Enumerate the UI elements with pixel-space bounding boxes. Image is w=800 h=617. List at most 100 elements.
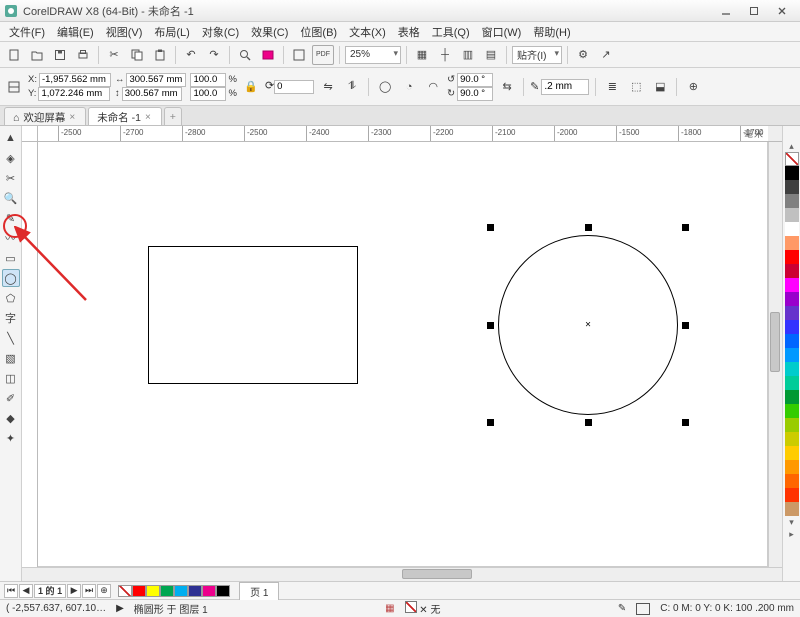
handle-n[interactable] xyxy=(585,224,592,231)
height-input[interactable] xyxy=(122,87,182,101)
image-button[interactable] xyxy=(258,45,278,65)
presets-button[interactable] xyxy=(4,77,24,97)
color-swatch[interactable] xyxy=(785,446,799,460)
menu-item[interactable]: 窗口(W) xyxy=(476,22,528,42)
page-current[interactable]: 1 的 1 xyxy=(34,584,66,598)
swap-angles-button[interactable]: ⇆ xyxy=(497,77,517,97)
menu-item[interactable]: 文件(F) xyxy=(3,22,51,42)
minimize-button[interactable] xyxy=(712,2,740,20)
convert-curves-button[interactable]: ⊕ xyxy=(683,77,703,97)
zoom-tool[interactable]: 🔍 xyxy=(2,189,20,207)
wrap-button[interactable]: ≣ xyxy=(602,77,622,97)
scrollbar-v-thumb[interactable] xyxy=(770,312,780,372)
shape-tool[interactable]: ◈ xyxy=(2,149,20,167)
quick-ink-swatch[interactable] xyxy=(216,585,230,597)
mirror-h-button[interactable]: ⇋ xyxy=(318,77,338,97)
save-button[interactable] xyxy=(50,45,70,65)
status-next-icon[interactable]: ▶ xyxy=(116,603,124,614)
quick-ink-swatch[interactable] xyxy=(132,585,146,597)
end-angle-input[interactable] xyxy=(457,87,493,101)
color-swatch[interactable] xyxy=(785,502,799,516)
scrollbar-horizontal[interactable] xyxy=(22,567,782,581)
handle-e[interactable] xyxy=(682,322,689,329)
quick-ink-swatch[interactable] xyxy=(160,585,174,597)
pdf-button[interactable]: PDF xyxy=(312,45,334,65)
mirror-v-button[interactable]: ⥮ xyxy=(342,77,362,97)
outline-swatch[interactable] xyxy=(636,603,650,615)
tablet-icon[interactable]: ▦ xyxy=(385,603,394,614)
page-add-button[interactable]: ⊕ xyxy=(97,584,111,598)
fullscreen-button[interactable] xyxy=(289,45,309,65)
zoom-combo[interactable]: 25% xyxy=(345,46,401,64)
text-tool[interactable]: 字 xyxy=(2,309,20,327)
no-color-swatch[interactable] xyxy=(785,152,799,166)
quick-ink-swatch[interactable] xyxy=(146,585,160,597)
doc-tab[interactable]: ⌂欢迎屏幕× xyxy=(4,107,86,125)
print-button[interactable] xyxy=(73,45,93,65)
quick-ink-swatch[interactable] xyxy=(202,585,216,597)
maximize-button[interactable] xyxy=(740,2,768,20)
color-swatch[interactable] xyxy=(785,390,799,404)
page-tab[interactable]: 页 1 xyxy=(239,582,279,600)
paste-button[interactable] xyxy=(150,45,170,65)
launch-button[interactable]: ↗ xyxy=(596,45,616,65)
rectangle-object[interactable] xyxy=(148,246,358,384)
grid-button[interactable]: ▦ xyxy=(412,45,432,65)
handle-w[interactable] xyxy=(487,322,494,329)
close-tab-button[interactable]: × xyxy=(145,112,151,123)
color-swatch[interactable] xyxy=(785,320,799,334)
copy-button[interactable] xyxy=(127,45,147,65)
settings-button[interactable]: ⚙ xyxy=(573,45,593,65)
add-doc-tab[interactable]: + xyxy=(164,107,182,125)
redo-button[interactable]: ↷ xyxy=(204,45,224,65)
page-next-button[interactable]: ▶ xyxy=(67,584,81,598)
color-swatch[interactable] xyxy=(785,334,799,348)
handle-sw[interactable] xyxy=(487,419,494,426)
fill-tool[interactable]: ◆ xyxy=(2,409,20,427)
guides-button[interactable]: ┼ xyxy=(435,45,455,65)
color-swatch[interactable] xyxy=(785,488,799,502)
lock-ratio-button[interactable]: 🔒 xyxy=(241,77,261,97)
crop-tool[interactable]: ✂ xyxy=(2,169,20,187)
doc-tab[interactable]: 未命名 -1× xyxy=(88,107,162,125)
scale-x-input[interactable] xyxy=(190,73,226,87)
fill-indicator[interactable]: ✕ 无 xyxy=(405,601,441,616)
line-tool[interactable]: ╲ xyxy=(2,329,20,347)
menu-item[interactable]: 表格 xyxy=(392,22,426,42)
color-swatch[interactable] xyxy=(785,362,799,376)
y-input[interactable] xyxy=(38,87,110,101)
behind-text-button[interactable]: ⬓ xyxy=(650,77,670,97)
color-swatch[interactable] xyxy=(785,194,799,208)
page-first-button[interactable]: ⏮ xyxy=(4,584,18,598)
ruler-horizontal[interactable]: 毫米 -2500-2700-2800-2500-2400-2300-2200-2… xyxy=(38,126,768,142)
options-button[interactable]: ▤ xyxy=(481,45,501,65)
color-swatch[interactable] xyxy=(785,292,799,306)
color-swatch[interactable] xyxy=(785,432,799,446)
page-last-button[interactable]: ⏭ xyxy=(82,584,96,598)
color-swatch[interactable] xyxy=(785,250,799,264)
palette-up-arrow[interactable]: ▴ xyxy=(785,140,799,152)
rotation-input[interactable] xyxy=(274,80,314,94)
color-swatch[interactable] xyxy=(785,166,799,180)
pick-tool[interactable]: ▲ xyxy=(2,129,20,147)
handle-ne[interactable] xyxy=(682,224,689,231)
color-swatch[interactable] xyxy=(785,264,799,278)
color-swatch[interactable] xyxy=(785,222,799,236)
snap-combo[interactable]: 贴齐(I) xyxy=(512,46,562,64)
eyedropper-tool[interactable]: ✐ xyxy=(2,389,20,407)
menu-item[interactable]: 帮助(H) xyxy=(527,22,576,42)
palette-expand-arrow[interactable]: ▸ xyxy=(785,528,799,540)
arc-mode-button[interactable]: ◠ xyxy=(423,77,443,97)
close-tab-button[interactable]: × xyxy=(69,112,75,123)
color-swatch[interactable] xyxy=(785,236,799,250)
width-input[interactable] xyxy=(126,73,186,87)
color-swatch[interactable] xyxy=(785,306,799,320)
quick-no-fill[interactable] xyxy=(118,585,132,597)
quick-ink-swatch[interactable] xyxy=(188,585,202,597)
pie-mode-button[interactable]: ◔ xyxy=(399,77,419,97)
scrollbar-vertical[interactable] xyxy=(768,142,782,567)
smartfill-tool[interactable]: ✦ xyxy=(2,429,20,447)
drawing-canvas[interactable]: × xyxy=(38,142,768,567)
menu-item[interactable]: 对象(C) xyxy=(196,22,245,42)
transparency-tool[interactable]: ◫ xyxy=(2,369,20,387)
